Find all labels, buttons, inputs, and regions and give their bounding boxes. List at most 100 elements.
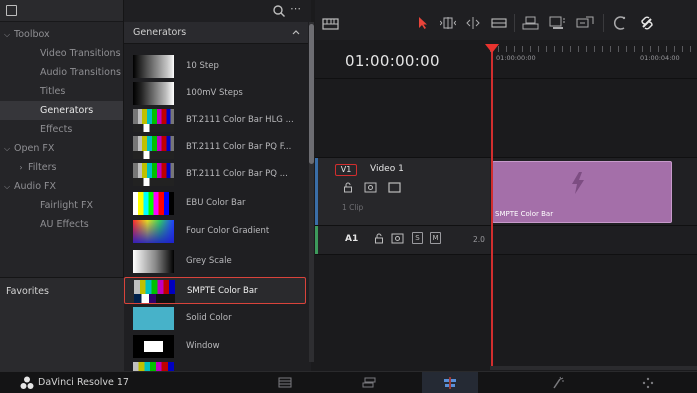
tree-item-video-transitions[interactable]: Video Transitions	[0, 44, 123, 63]
generators-header: Generators	[124, 22, 308, 44]
snapping-icon[interactable]	[613, 15, 627, 31]
tree-item-generators[interactable]: Generators	[0, 101, 123, 120]
ruler-label-end: 01:00:04:00	[640, 54, 680, 62]
tab-edit[interactable]	[422, 372, 478, 393]
dynamic-trim-icon[interactable]	[465, 17, 481, 29]
generators-scrollbar-thumb[interactable]	[309, 24, 314, 164]
tree-item-fairlight-fx[interactable]: Fairlight FX	[0, 196, 123, 215]
solo-button[interactable]: S	[412, 232, 423, 244]
timeline-track-area[interactable]	[315, 79, 697, 158]
generator-item-bt2111-pq-f[interactable]: BT.2111 Color Bar PQ F...	[124, 134, 306, 161]
toolbar-divider	[603, 14, 604, 32]
chevron-right-icon: ›	[19, 163, 23, 172]
video-track-header[interactable]: V1 Video 1 1 Clip	[315, 158, 490, 225]
fusion-page-icon	[551, 376, 565, 389]
toolbar-divider	[514, 14, 515, 32]
audio-track-header[interactable]: A1 S M 2.0	[315, 226, 490, 254]
track-name-v1[interactable]: Video 1	[370, 164, 404, 174]
track-id-v1[interactable]: V1	[335, 164, 357, 176]
timeline-clip-smpte[interactable]: SMPTE Color Bar	[492, 161, 672, 223]
chevron-up-icon[interactable]	[292, 28, 300, 36]
favorites-header[interactable]: Favorites	[0, 278, 124, 371]
generators-title: Generators	[133, 27, 187, 38]
timeline-empty-area[interactable]	[315, 255, 697, 371]
more-options-icon[interactable]: ⋯	[290, 3, 304, 18]
tab-color[interactable]	[620, 372, 676, 393]
track-clip-count: 1 Clip	[342, 203, 364, 212]
tree-item-label: Audio FX	[14, 181, 56, 192]
generator-item-ebu-color-bar[interactable]: EBU Color Bar	[124, 190, 306, 217]
linked-selection-icon[interactable]	[640, 15, 654, 31]
generator-item-smpte-color-bar[interactable]: SMPTE Color Bar	[124, 277, 306, 304]
thumbnail-ebu-color-bar	[133, 192, 174, 215]
clip-label: SMPTE Color Bar	[495, 210, 554, 218]
chevron-down-icon: ⌵	[3, 182, 11, 191]
tree-item-open-fx[interactable]: ⌵ Open FX	[0, 139, 123, 158]
tree-item-titles[interactable]: Titles	[0, 82, 123, 101]
generator-item-bt2111-hlg[interactable]: BT.2111 Color Bar HLG ...	[124, 107, 306, 134]
timeline-view-icon[interactable]	[322, 18, 339, 30]
selection-tool-icon[interactable]	[417, 16, 429, 30]
generator-item-100mv-steps[interactable]: 100mV Steps	[124, 80, 306, 107]
thumbnail-grey-scale	[133, 250, 174, 273]
lock-track-icon[interactable]	[343, 182, 353, 193]
tree-toolbar	[0, 0, 123, 22]
generator-item-window[interactable]: Window	[124, 333, 306, 360]
playhead-marker-icon[interactable]	[485, 44, 499, 54]
thumbnail-smpte-color-bar	[134, 280, 175, 303]
tree-item-toolbox[interactable]: ⌵ Toolbox	[0, 25, 123, 44]
lock-track-icon[interactable]	[374, 233, 384, 244]
generator-label: Grey Scale	[186, 256, 232, 266]
tree-item-au-effects[interactable]: AU Effects	[0, 215, 123, 234]
generator-lightning-icon	[571, 172, 585, 194]
audio-track-lane[interactable]	[490, 226, 697, 254]
generator-label: Solid Color	[186, 313, 232, 323]
replace-clip-icon[interactable]	[576, 16, 595, 30]
thumbnail-bt2111-pq	[133, 163, 174, 186]
generator-label: Window	[186, 341, 220, 351]
auto-select-icon[interactable]	[364, 182, 377, 193]
overwrite-clip-icon[interactable]	[549, 16, 566, 30]
generators-toolbar: ⋯	[124, 0, 311, 22]
tab-media[interactable]	[257, 372, 313, 393]
search-icon[interactable]	[272, 4, 286, 18]
generator-label: 100mV Steps	[186, 88, 243, 98]
timeline-toolbar	[315, 0, 697, 40]
insert-clip-icon[interactable]	[522, 16, 539, 30]
tree-item-effects[interactable]: Effects	[0, 120, 123, 139]
blade-tool-icon[interactable]	[491, 18, 507, 28]
generator-item-bt2111-pq[interactable]: BT.2111 Color Bar PQ ...	[124, 161, 306, 188]
timeline-hscrollbar[interactable]	[490, 366, 697, 370]
generator-item-solid-color[interactable]: Solid Color	[124, 305, 306, 332]
ruler-label-start: 01:00:00:00	[496, 54, 536, 62]
trim-tool-icon[interactable]	[439, 17, 457, 29]
timeline-ruler[interactable]: 01:00:00:00 01:00:04:00	[490, 40, 697, 78]
auto-select-icon[interactable]	[391, 233, 404, 244]
tab-fusion[interactable]	[530, 372, 586, 393]
generator-label: BT.2111 Color Bar HLG ...	[186, 115, 294, 125]
generator-item-four-color-gradient[interactable]: Four Color Gradient	[124, 218, 306, 245]
generator-item-10-step[interactable]: 10 Step	[124, 53, 306, 80]
tree-item-label: Video Transitions	[40, 48, 121, 59]
thumbnail-four-color-gradient	[133, 220, 174, 243]
generator-label: BT.2111 Color Bar PQ F...	[186, 142, 292, 152]
edit-page-icon	[443, 377, 457, 389]
chevron-down-icon: ⌵	[3, 144, 11, 153]
panel-toggle-icon[interactable]	[6, 5, 17, 16]
tree-item-audio-fx[interactable]: ⌵ Audio FX	[0, 177, 123, 196]
mute-button[interactable]: M	[430, 232, 441, 244]
timecode-display[interactable]: 01:00:00:00	[345, 52, 440, 70]
tree-item-label: Toolbox	[14, 29, 50, 40]
playhead-line[interactable]	[491, 46, 493, 366]
audio-track-level: 2.0	[473, 235, 485, 244]
generator-item-grey-scale[interactable]: Grey Scale	[124, 248, 306, 275]
chevron-down-icon: ⌵	[3, 30, 11, 39]
track-id-a1[interactable]: A1	[345, 234, 358, 244]
tab-cut[interactable]	[341, 372, 397, 393]
tree-item-label: Audio Transitions	[40, 67, 121, 78]
generator-item-partial[interactable]	[133, 362, 174, 371]
tree-item-audio-transitions[interactable]: Audio Transitions	[0, 63, 123, 82]
cut-page-icon	[362, 377, 376, 388]
track-enable-icon[interactable]	[388, 182, 401, 193]
tree-item-filters[interactable]: › Filters	[0, 158, 123, 177]
